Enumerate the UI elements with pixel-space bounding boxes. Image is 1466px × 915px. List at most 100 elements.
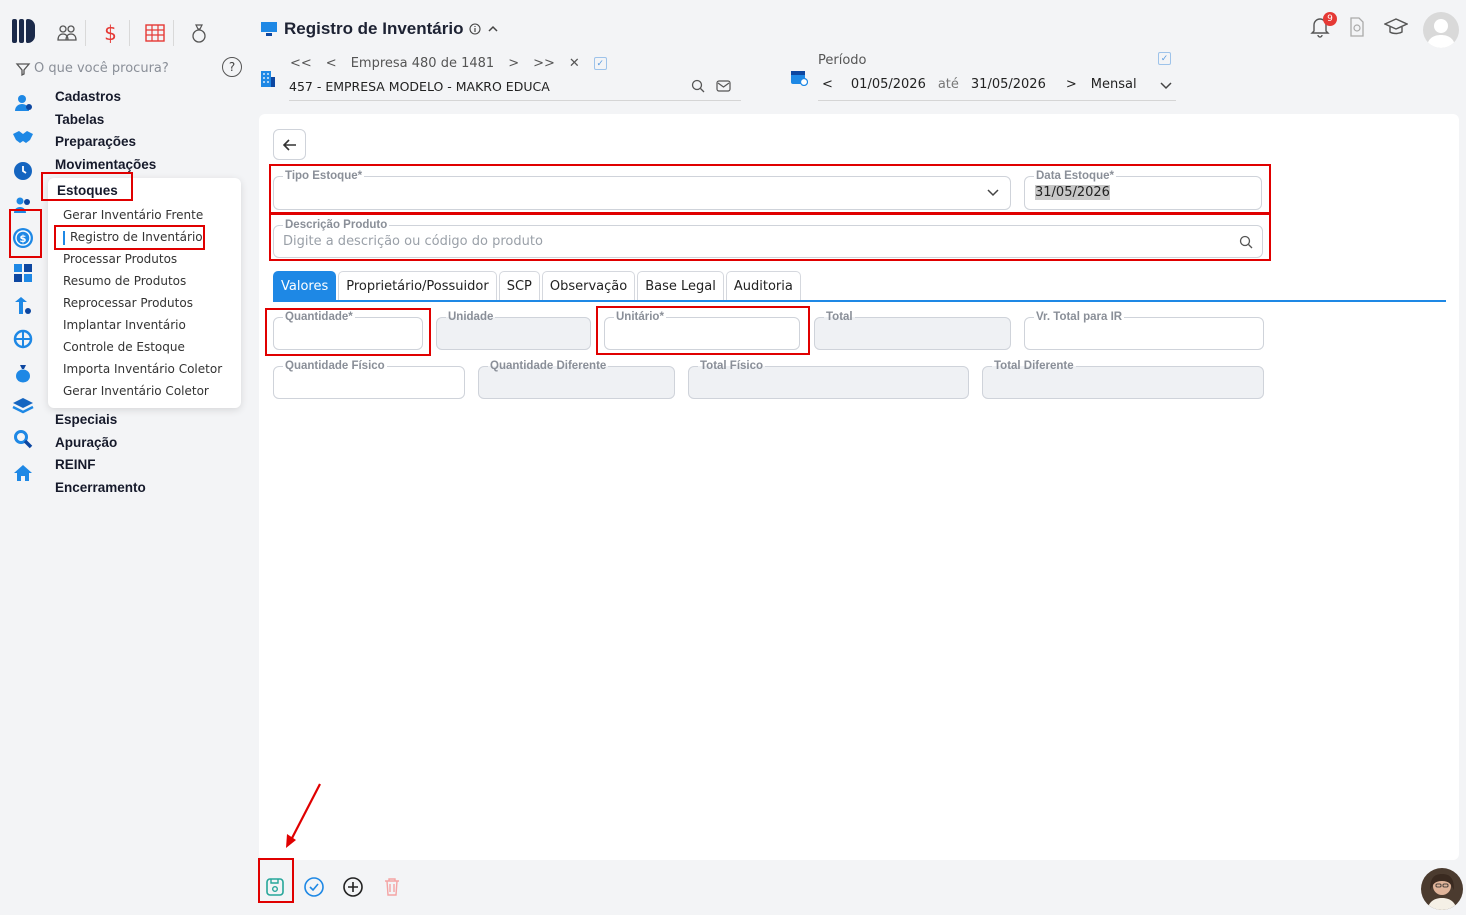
bag-icon[interactable] (188, 20, 218, 46)
clock-icon[interactable] (11, 160, 35, 182)
document-search-icon[interactable] (1348, 17, 1366, 37)
notification-badge: 9 (1323, 12, 1337, 26)
tab-bar: Valores Proprietário/Possuidor SCP Obser… (273, 271, 801, 300)
last-company-button[interactable]: >> (533, 56, 555, 71)
menu-especiais[interactable]: Especiais (55, 412, 146, 435)
quantidade-diferente-label: Quantidade Diferente (488, 358, 609, 374)
menu-reinf[interactable]: REINF (55, 457, 146, 480)
date-start[interactable]: 01/05/2026 (851, 77, 926, 92)
confirm-button[interactable] (303, 876, 325, 898)
menu-tabelas[interactable]: Tabelas (55, 111, 156, 134)
spreadsheet-icon[interactable] (144, 20, 174, 46)
period-selector: < 01/05/2026 até 31/05/2026 > Mensal (822, 77, 1173, 92)
tab-valores[interactable]: Valores (273, 271, 337, 300)
people-icon[interactable] (56, 20, 86, 46)
network-icon[interactable] (11, 328, 35, 350)
prev-company-button[interactable]: < (326, 56, 337, 71)
building-icon (261, 71, 275, 87)
highlight-save (258, 858, 294, 903)
calendar-icon (791, 71, 808, 86)
icon-rail: $ (0, 0, 46, 915)
period-type[interactable]: Mensal (1091, 77, 1137, 92)
assistant-avatar[interactable] (1421, 868, 1463, 910)
company-name: 457 - EMPRESA MODELO - MAKRO EDUCA (289, 79, 550, 94)
info-icon[interactable] (469, 23, 482, 35)
annotation-arrow (286, 783, 321, 848)
highlight-row1 (269, 164, 1271, 214)
submenu-item[interactable]: Resumo de Produtos (63, 274, 186, 288)
vr-total-ir-label: Vr. Total para IR (1034, 309, 1125, 325)
tab-scp[interactable]: SCP (498, 271, 540, 300)
submenu-item[interactable]: Importa Inventário Coletor (63, 362, 222, 376)
delete-button[interactable] (381, 876, 403, 898)
menu-encerramento[interactable]: Encerramento (55, 480, 146, 503)
search-icon[interactable] (11, 428, 35, 450)
page-title: Registro de Inventário (284, 19, 464, 38)
chevron-down-icon[interactable] (1159, 80, 1173, 90)
total-label: Total (824, 309, 855, 325)
chevron-up-icon[interactable] (487, 24, 499, 34)
tab-auditoria[interactable]: Auditoria (725, 271, 801, 300)
back-button[interactable] (273, 129, 306, 160)
total-diferente-label: Total Diferente (992, 358, 1076, 374)
graduation-cap-icon[interactable] (1384, 17, 1408, 37)
highlight-row2 (269, 213, 1271, 261)
arrow-left-icon (282, 138, 296, 151)
menu-search[interactable]: O que você procura? ? (14, 57, 242, 78)
total-field: Total (814, 309, 1011, 350)
unidade-label: Unidade (446, 309, 496, 325)
transfer-icon[interactable] (11, 295, 35, 317)
quantidade-diferente-field: Quantidade Diferente (478, 358, 675, 399)
company-underline (289, 100, 741, 101)
submenu-item[interactable]: Reprocessar Produtos (63, 296, 193, 310)
quantidade-fisico-field[interactable]: Quantidade Físico (273, 358, 465, 399)
checkbox-icon[interactable]: ✓ (593, 57, 607, 70)
sidebar-menu: Cadastros Tabelas Preparações Movimentaç… (55, 88, 156, 178)
submenu-item[interactable]: Processar Produtos (63, 252, 177, 266)
submenu-item[interactable]: Gerar Inventário Coletor (63, 384, 209, 398)
highlight-registro (54, 225, 205, 250)
company-search-icon[interactable] (691, 79, 705, 93)
total-diferente-field: Total Diferente (982, 358, 1264, 399)
tab-proprietario[interactable]: Proprietário/Possuidor (338, 271, 497, 300)
submenu-item[interactable]: Gerar Inventário Frente (63, 208, 203, 222)
estoques-submenu: Estoques Gerar Inventário Frente Registr… (48, 178, 241, 408)
help-icon[interactable]: ? (222, 57, 242, 77)
highlight-quantidade (265, 308, 431, 356)
highlight-estoques (41, 172, 133, 201)
tab-observacao[interactable]: Observação (541, 271, 636, 300)
first-company-button[interactable]: << (290, 56, 312, 71)
unidade-field: Unidade (436, 309, 591, 350)
layers-icon[interactable] (11, 395, 35, 417)
menu-search-input[interactable]: O que você procura? (34, 61, 169, 76)
mail-icon[interactable] (716, 79, 731, 93)
calculator-icon[interactable] (11, 262, 35, 284)
sidebar-menu-bottom: Especiais Apuração REINF Encerramento (55, 412, 146, 502)
menu-apuracao[interactable]: Apuração (55, 435, 146, 458)
next-period-button[interactable]: > (1066, 77, 1077, 92)
menu-cadastros[interactable]: Cadastros (55, 88, 156, 111)
add-button[interactable] (342, 876, 364, 898)
home-icon[interactable] (11, 462, 35, 484)
handshake-icon[interactable] (11, 126, 35, 148)
date-end[interactable]: 31/05/2026 (971, 77, 1046, 92)
prev-period-button[interactable]: < (822, 77, 833, 92)
check-circle-icon (304, 877, 324, 897)
periodo-label: Período (818, 53, 867, 68)
periodo-checkbox[interactable]: ✓ (1158, 52, 1171, 65)
tab-base-legal[interactable]: Base Legal (637, 271, 724, 300)
highlight-dollar (9, 209, 42, 258)
users-icon[interactable] (11, 92, 35, 114)
close-icon[interactable]: ✕ (569, 56, 580, 71)
submenu-item[interactable]: Implantar Inventário (63, 318, 186, 332)
dollar-icon[interactable]: $ (100, 20, 130, 46)
tab-underline (273, 300, 1446, 302)
user-avatar[interactable] (1423, 12, 1459, 48)
menu-preparacoes[interactable]: Preparações (55, 133, 156, 156)
money-bag-icon[interactable] (11, 362, 35, 384)
plus-circle-icon (343, 877, 363, 897)
vr-total-ir-field[interactable]: Vr. Total para IR (1024, 309, 1264, 350)
company-navigator: << < Empresa 480 de 1481 > >> ✕ ✓ (290, 56, 607, 71)
next-company-button[interactable]: > (508, 56, 519, 71)
submenu-item[interactable]: Controle de Estoque (63, 340, 185, 354)
